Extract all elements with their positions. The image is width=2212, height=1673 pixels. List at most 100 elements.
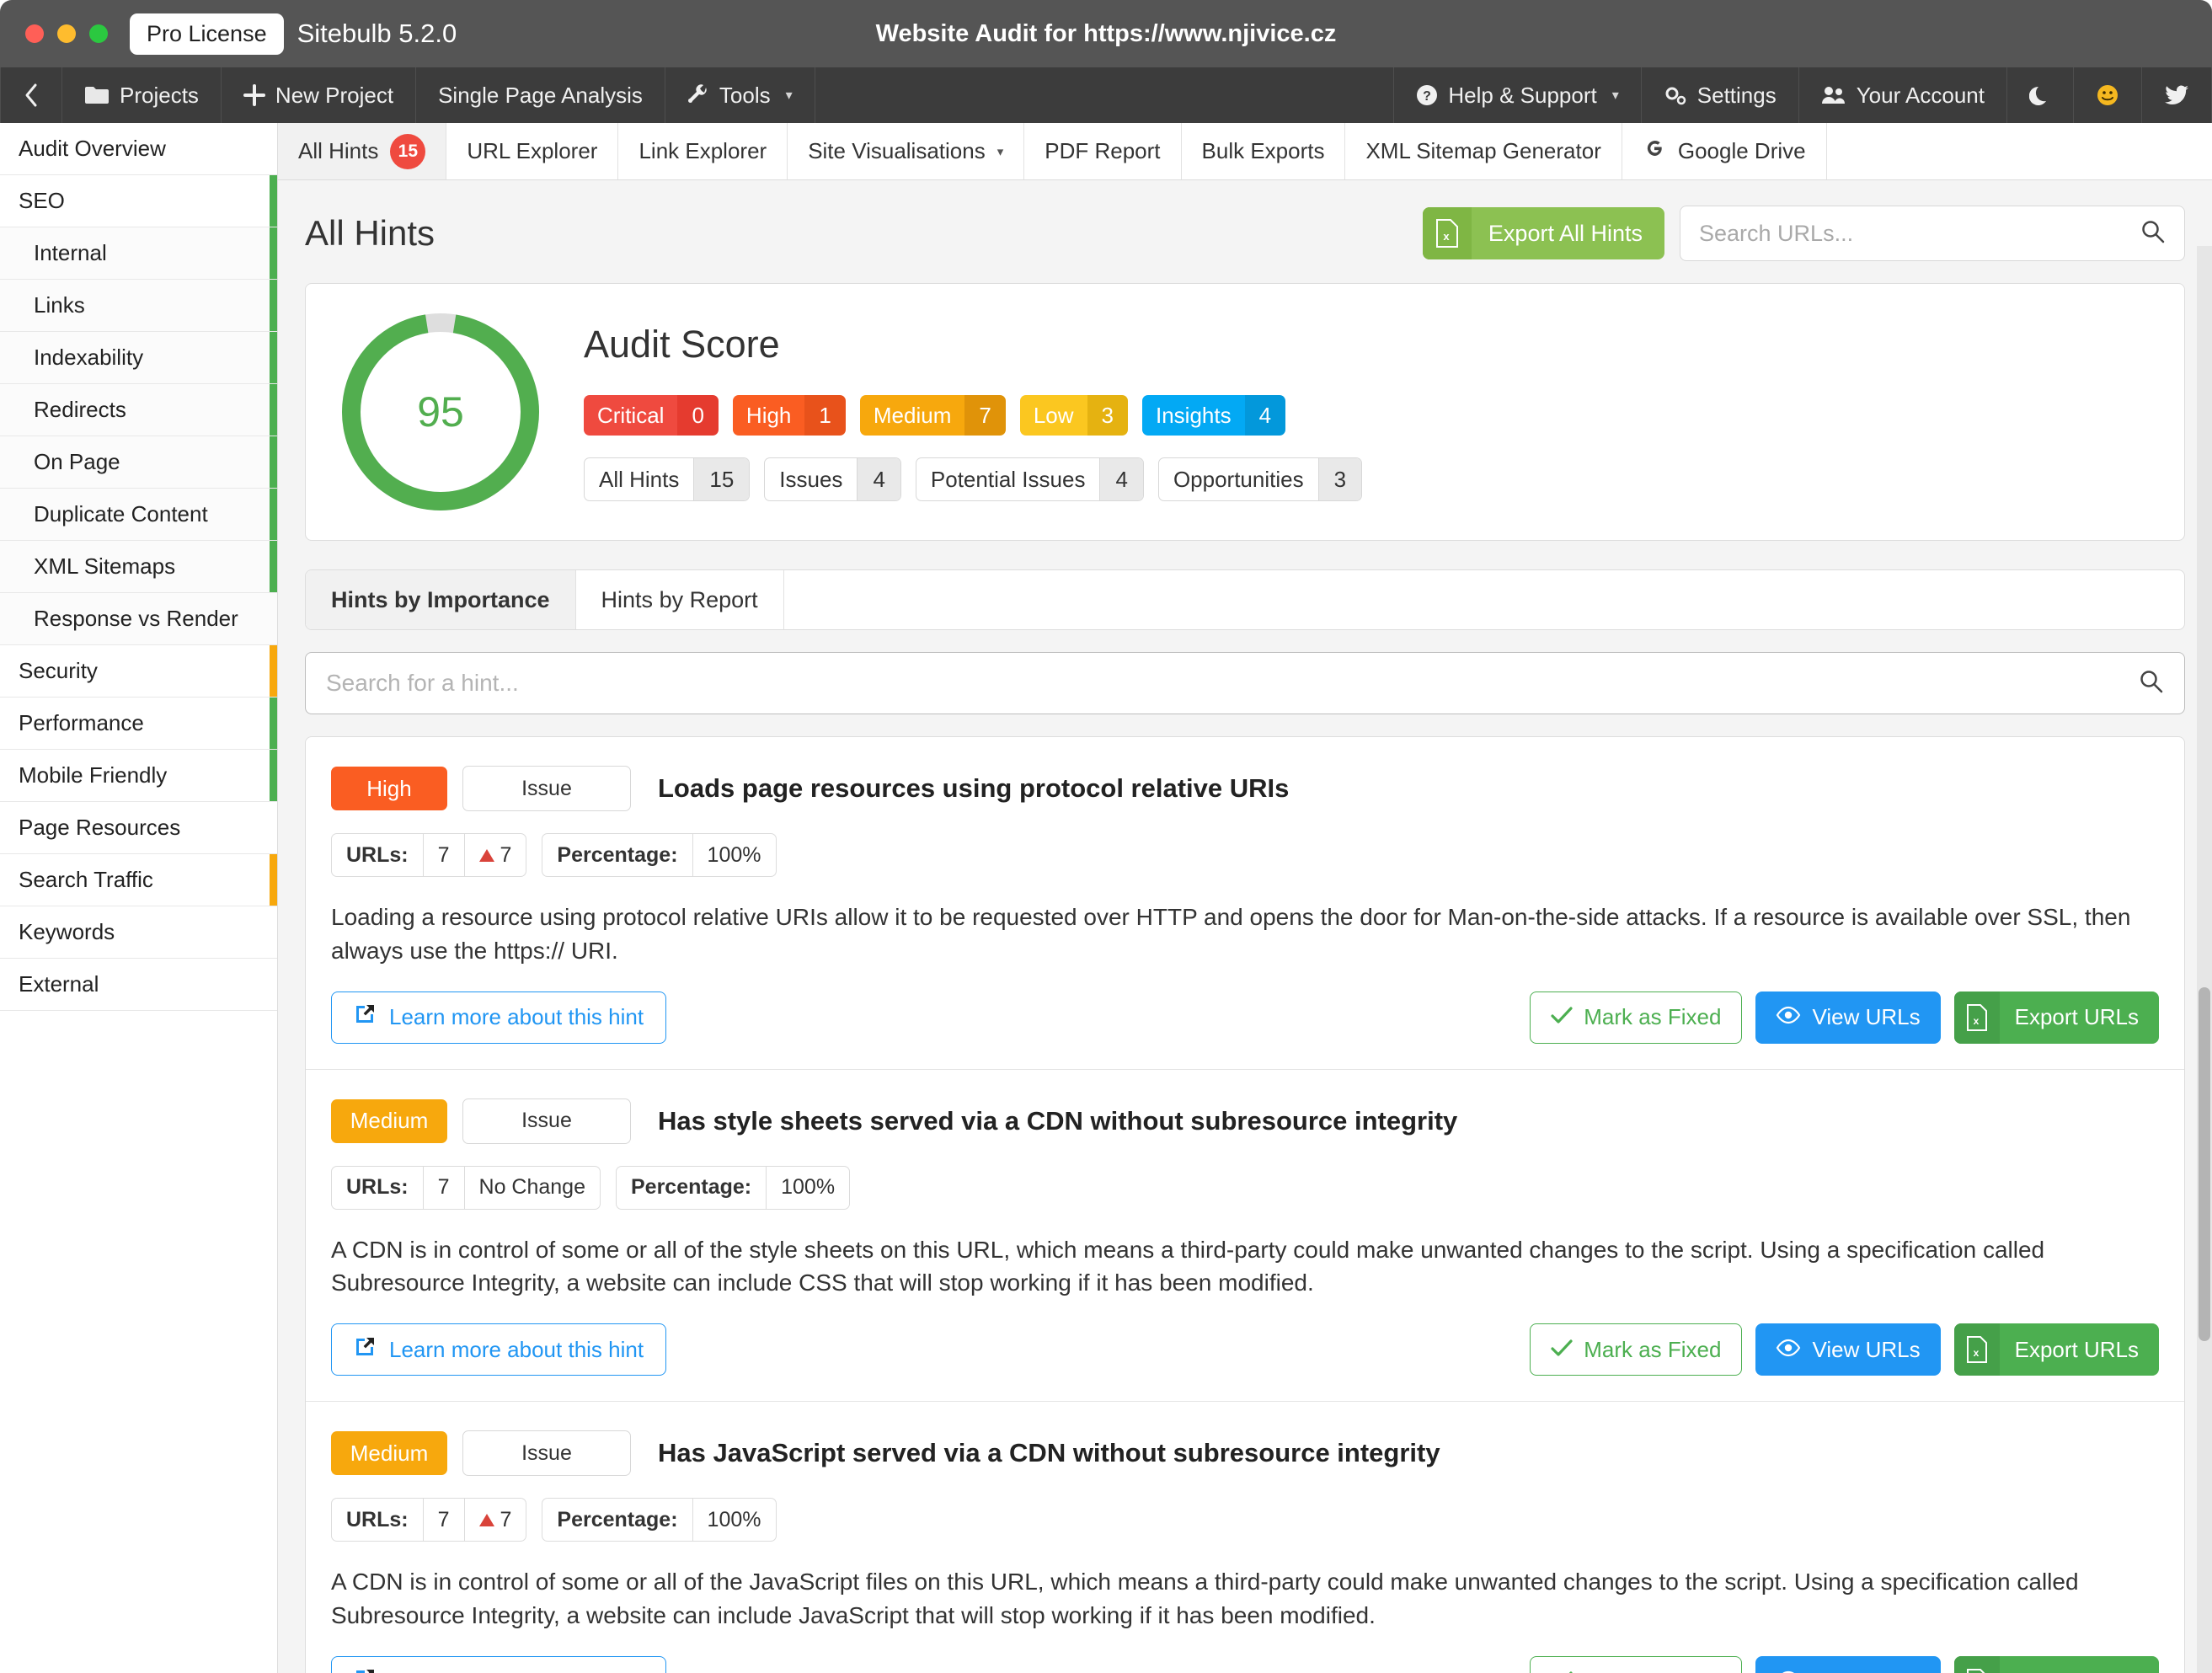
hint-type-chip[interactable]: Issue [462,766,631,811]
nav-single-page-analysis[interactable]: Single Page Analysis [416,67,665,123]
hints-tab-filler [784,570,2184,629]
hint-urls-label: URLs: [332,1499,424,1541]
svg-text:?: ? [1424,89,1432,104]
sidebar-item-performance[interactable]: Performance [0,698,277,750]
hints-tab-hints-by-report[interactable]: Hints by Report [576,570,784,629]
scroll-region[interactable]: All Hints x Export All Hints Search URLs… [278,180,2212,1673]
export-urls-label: Export URLs [2014,1336,2139,1362]
sidebar-item-audit-overview[interactable]: Audit Overview [0,123,277,175]
severity-pill-medium[interactable]: Medium 7 [859,395,1006,436]
hint-type-chip[interactable]: Issue [462,1430,631,1476]
learn-more-button[interactable]: Learn more about this hint [331,1323,667,1376]
tab-link-explorer[interactable]: Link Explorer [618,123,788,179]
check-icon [1551,1669,1573,1673]
hint-urls-metric: URLs: 7 No Change [331,1165,601,1210]
tab-google-drive[interactable]: Google Drive [1622,123,1827,179]
page-header-actions: x Export All Hints [1422,206,2185,261]
sidebar-item-label: Audit Overview [19,136,166,161]
search-icon[interactable] [2139,669,2164,698]
hint-count-issues[interactable]: Issues 4 [764,457,901,501]
export-all-hints-button[interactable]: x Export All Hints [1422,207,1664,259]
learn-more-button[interactable]: Learn more about this hint [331,1655,667,1673]
learn-more-button[interactable]: Learn more about this hint [331,991,667,1044]
severity-pill-critical[interactable]: Critical 0 [584,395,719,436]
main-scrollbar[interactable] [2197,246,2212,1673]
sidebar-item-on-page[interactable]: On Page [0,436,277,489]
hint-count-potential-issues[interactable]: Potential Issues 4 [915,457,1144,501]
hint-count-opportunities[interactable]: Opportunities 3 [1157,457,1363,501]
sidebar-item-security[interactable]: Security [0,645,277,698]
sidebar-item-page-resources[interactable]: Page Resources [0,802,277,854]
hints-tab-hints-by-importance[interactable]: Hints by Importance [306,570,576,629]
mark-as-fixed-button[interactable]: Mark as Fixed [1530,991,1743,1044]
nav-twitter-link[interactable] [2142,67,2212,123]
hint-severity-badge[interactable]: Medium [331,1098,447,1143]
sidebar-item-duplicate-content[interactable]: Duplicate Content [0,489,277,541]
maximize-window-button[interactable] [89,24,108,43]
nav-new-project[interactable]: New Project [222,67,417,123]
nav-back-button[interactable] [0,67,62,123]
tab-label: All Hints [298,138,379,163]
sidebar-item-xml-sitemaps[interactable]: XML Sitemaps [0,541,277,593]
hints-grouping-tabs[interactable]: Hints by Importance Hints by Report [305,569,2185,630]
hint-search-box[interactable] [305,652,2185,714]
minimize-window-button[interactable] [57,24,76,43]
sidebar-status-bar [270,175,277,227]
severity-pill-low[interactable]: Low 3 [1019,395,1128,436]
view-urls-button[interactable]: View URLs [1755,1655,1941,1673]
close-window-button[interactable] [25,24,44,43]
mark-as-fixed-button[interactable]: Mark as Fixed [1530,1323,1743,1376]
report-sidebar[interactable]: Audit Overview SEO Internal Links Indexabili… [0,123,278,1673]
view-urls-button[interactable]: View URLs [1755,1323,1941,1376]
mark-as-fixed-button[interactable]: Mark as Fixed [1530,1655,1743,1673]
hint-severity-badge[interactable]: Medium [331,1431,447,1475]
sidebar-item-internal[interactable]: Internal [0,227,277,280]
window-title-bar: Pro License Sitebulb 5.2.0 Website Audit… [0,0,2212,67]
hint-severity-badge[interactable]: High [331,767,447,810]
hint-percentage-metric: Percentage: 100% [616,1165,851,1210]
nav-dark-mode-toggle[interactable] [2007,67,2074,123]
hint-count-value: 3 [1317,458,1362,500]
view-urls-button[interactable]: View URLs [1755,991,1941,1044]
nav-tools[interactable]: Tools ▾ [665,67,815,123]
nav-feedback-button[interactable] [2074,67,2142,123]
sidebar-item-search-traffic[interactable]: Search Traffic [0,854,277,906]
tab-site-visualisations[interactable]: Site Visualisations ▾ [788,123,1025,179]
main-scrollbar-thumb[interactable] [2199,987,2210,1341]
tab-bulk-exports[interactable]: Bulk Exports [1182,123,1346,179]
nav-your-account[interactable]: Your Account [1799,67,2007,123]
tab-xml-sitemap-generator[interactable]: XML Sitemap Generator [1345,123,1622,179]
sidebar-item-links[interactable]: Links [0,280,277,332]
hint-search-input[interactable] [326,670,2139,697]
export-urls-button[interactable]: xExport URLs [1953,1323,2159,1376]
export-urls-button[interactable]: xExport URLs [1953,1655,2159,1673]
nav-help-support[interactable]: ? Help & Support ▾ [1393,67,1642,123]
tab-all-hints[interactable]: All Hints 15 [278,123,447,179]
severity-pill-high[interactable]: High 1 [732,395,846,436]
sidebar-item-external[interactable]: External [0,959,277,1011]
export-urls-label: Export URLs [2014,1004,2139,1029]
sidebar-item-indexability[interactable]: Indexability [0,332,277,384]
tab-pdf-report[interactable]: PDF Report [1024,123,1182,179]
svg-text:x: x [1443,230,1450,243]
hint-percentage-label: Percentage: [542,834,693,876]
hint-count-value: 4 [1099,458,1143,500]
sidebar-item-mobile-friendly[interactable]: Mobile Friendly [0,750,277,802]
report-tab-bar[interactable]: All Hints 15 URL Explorer Link Explorer Site… [278,123,2212,180]
search-urls-input[interactable] [1699,220,2140,247]
question-circle-icon: ? [1416,84,1438,106]
sidebar-item-keywords[interactable]: Keywords [0,906,277,959]
sidebar-item-response-vs-render[interactable]: Response vs Render [0,593,277,645]
sidebar-item-seo[interactable]: SEO [0,175,277,227]
severity-pill-insights[interactable]: Insights 4 [1142,395,1286,436]
export-urls-button[interactable]: xExport URLs [1953,991,2159,1044]
nav-settings[interactable]: Settings [1642,67,1799,123]
tab-url-explorer[interactable]: URL Explorer [446,123,619,179]
mark-as-fixed-label: Mark as Fixed [1584,1669,1721,1673]
hint-type-chip[interactable]: Issue [462,1098,631,1144]
search-urls-box[interactable] [1680,206,2185,261]
sidebar-item-redirects[interactable]: Redirects [0,384,277,436]
nav-projects[interactable]: Projects [62,67,222,123]
hint-count-all-hints[interactable]: All Hints 15 [584,457,751,501]
search-icon[interactable] [2140,219,2166,249]
